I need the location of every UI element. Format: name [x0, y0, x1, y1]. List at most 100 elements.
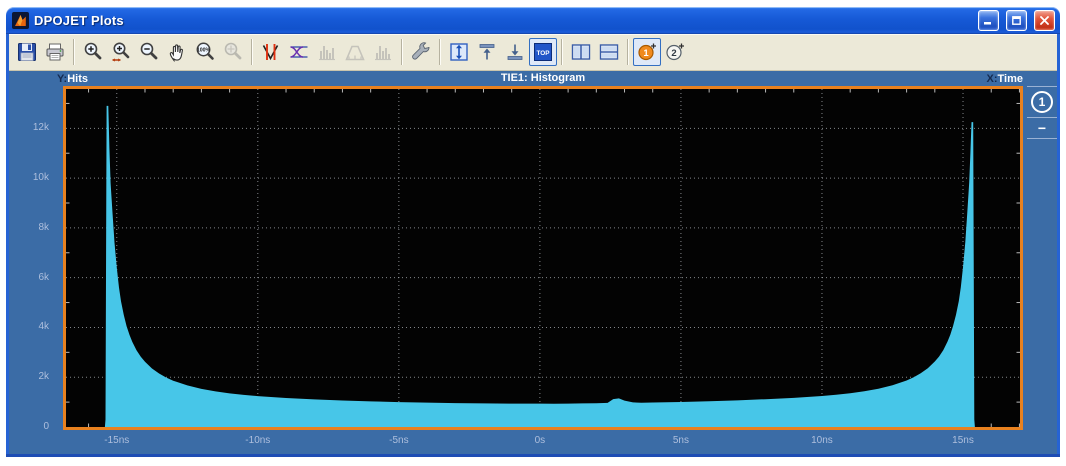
configure-button[interactable]	[407, 38, 435, 66]
minimize-button[interactable]	[978, 10, 999, 31]
spectrum-icon	[344, 41, 366, 63]
plot-number-badge[interactable]: 1	[1031, 91, 1053, 113]
x-tick-label: -5ns	[367, 435, 431, 446]
toolbar-separator	[401, 39, 403, 65]
maximize-button[interactable]	[1006, 10, 1027, 31]
zoom-select-button[interactable]	[219, 38, 247, 66]
split-vertical-icon	[570, 41, 592, 63]
y-tick-label: 10k	[33, 172, 49, 183]
x-axis-title: X:Time	[943, 73, 1023, 85]
plot-box	[63, 86, 1023, 430]
eye-diagram-icon	[288, 41, 310, 63]
zoom-in-horizontal-icon	[110, 41, 132, 63]
plot-title: TIE1: Histogram	[63, 72, 1023, 84]
split-horizontal-button[interactable]	[595, 38, 623, 66]
title-bar[interactable]: DPOJET Plots	[6, 7, 1060, 34]
close-button[interactable]	[1034, 10, 1055, 31]
toolbar-separator	[73, 39, 75, 65]
pan-hand-icon	[166, 41, 188, 63]
save-icon	[16, 41, 38, 63]
histogram-icon	[316, 41, 338, 63]
bathtub-icon	[372, 41, 394, 63]
rise-fall-edges-button[interactable]	[257, 38, 285, 66]
plot1-number: 1	[643, 48, 649, 59]
histogram-svg[interactable]	[66, 89, 1020, 427]
y-tick-label: 6k	[38, 272, 49, 283]
x-tick-label: -10ns	[226, 435, 290, 446]
y-tick-label: 12k	[33, 122, 49, 133]
window-border-right	[1057, 34, 1060, 457]
zoom-in-icon	[82, 41, 104, 63]
toolbar-separator	[439, 39, 441, 65]
plot-number-text: 1	[1039, 95, 1046, 109]
align-top-icon	[476, 41, 498, 63]
zoom-in-button[interactable]	[79, 38, 107, 66]
x-tick-label: -15ns	[85, 435, 149, 446]
y-tick-label: 2k	[38, 371, 49, 382]
save-button[interactable]	[13, 38, 41, 66]
toolbar-separator	[561, 39, 563, 65]
minimize-icon	[984, 16, 993, 25]
top-view-label: TOP	[536, 50, 550, 57]
y-tick-label: 8k	[38, 222, 49, 233]
bathtub-plot-button[interactable]	[369, 38, 397, 66]
y-tick-label: 0	[43, 421, 49, 432]
plot-side-controls: 1 −	[1025, 86, 1057, 430]
zoom-100-label: 100%	[197, 48, 211, 54]
y-axis-labels: 0 2k 4k 6k 8k 10k 12k	[9, 86, 57, 430]
zoom-select-icon	[222, 41, 244, 63]
collapse-label: −	[1038, 120, 1046, 136]
spectrum-plot-button[interactable]	[341, 38, 369, 66]
print-button[interactable]	[41, 38, 69, 66]
x-tick-label: 0s	[508, 435, 572, 446]
app-logo-icon	[12, 12, 29, 29]
wrench-icon	[410, 41, 432, 63]
x-tick-label: 10ns	[790, 435, 854, 446]
x-axis-label: Time	[998, 73, 1023, 85]
add-plot-2-icon: 2	[664, 41, 686, 63]
pan-button[interactable]	[163, 38, 191, 66]
maximize-icon	[1012, 16, 1021, 25]
print-icon	[44, 41, 66, 63]
histogram-area	[105, 106, 975, 427]
top-view-icon: TOP	[532, 41, 554, 63]
align-bottom-icon	[504, 41, 526, 63]
eye-diagram-button[interactable]	[285, 38, 313, 66]
toolbar-separator	[627, 39, 629, 65]
align-top-button[interactable]	[473, 38, 501, 66]
zoom-out-button[interactable]	[135, 38, 163, 66]
x-axis-labels: -15ns -10ns -5ns 0s 5ns 10ns 15ns	[63, 433, 1023, 451]
zoom-100-icon: 100%	[194, 41, 216, 63]
collapse-plot-button[interactable]: −	[1031, 121, 1053, 135]
split-horizontal-icon	[598, 41, 620, 63]
rise-fall-edges-icon	[260, 41, 282, 63]
top-view-button[interactable]: TOP	[529, 38, 557, 66]
zoom-in-horizontal-button[interactable]	[107, 38, 135, 66]
divider	[1027, 117, 1057, 118]
y-tick-label: 4k	[38, 321, 49, 332]
window-title: DPOJET Plots	[34, 13, 971, 28]
toolbar: 100%	[9, 34, 1057, 71]
divider	[1027, 86, 1057, 87]
align-bottom-button[interactable]	[501, 38, 529, 66]
x-axis-prefix: X:	[987, 73, 998, 85]
plot2-number: 2	[671, 48, 676, 59]
x-tick-label: 5ns	[649, 435, 713, 446]
histogram-plot-button[interactable]	[313, 38, 341, 66]
zoom-out-icon	[138, 41, 160, 63]
toolbar-separator	[251, 39, 253, 65]
split-vertical-button[interactable]	[567, 38, 595, 66]
add-plot-1-icon: 1	[636, 41, 658, 63]
add-plot-1-button[interactable]: 1	[633, 38, 661, 66]
plot-panel: Y:Hits TIE1: Histogram X:Time 02k4k6k8k1…	[9, 71, 1057, 454]
zoom-100-button[interactable]: 100%	[191, 38, 219, 66]
window-border-left	[6, 34, 9, 457]
divider	[1027, 138, 1057, 139]
add-plot-2-button[interactable]: 2	[661, 38, 689, 66]
fit-vertical-icon	[448, 41, 470, 63]
fit-vertical-button[interactable]	[445, 38, 473, 66]
window-border-bottom	[6, 454, 1060, 457]
close-icon	[1040, 16, 1049, 25]
dpojet-plots-window: DPOJET Plots	[6, 7, 1060, 457]
x-tick-label: 15ns	[931, 435, 995, 446]
